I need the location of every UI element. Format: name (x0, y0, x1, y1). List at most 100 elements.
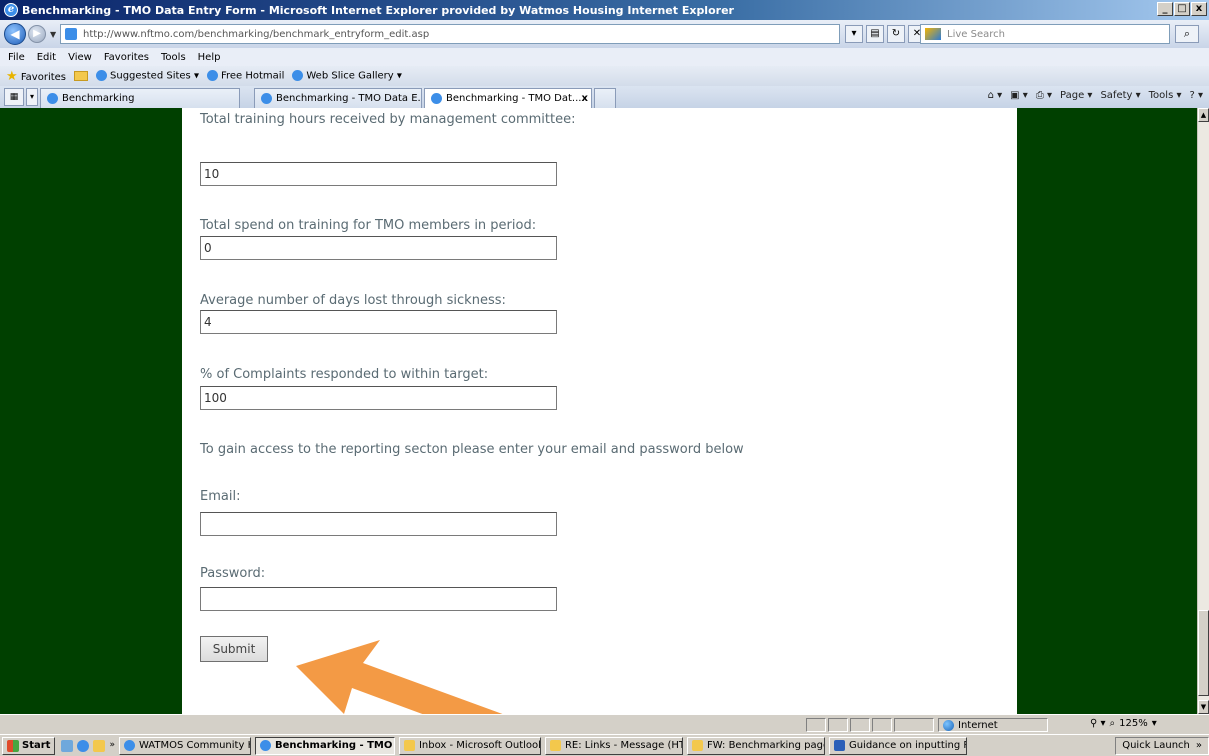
safety-menu[interactable]: Safety ▾ (1100, 90, 1140, 101)
compatibility-icon[interactable]: ▤ (866, 25, 884, 43)
zone-label: Internet (958, 719, 998, 731)
address-tools: ▾ ▤ ↻ ✕ (845, 25, 926, 43)
more-quicklaunch-icon[interactable]: » (109, 740, 115, 752)
menu-file[interactable]: File (8, 52, 25, 63)
search-icon[interactable]: ⌕ (1175, 25, 1199, 43)
add-favorites-icon[interactable] (74, 71, 89, 81)
fav-item-label: Suggested Sites ▾ (110, 70, 199, 82)
menu-edit[interactable]: Edit (37, 52, 56, 63)
new-tab-button[interactable] (594, 88, 616, 108)
forward-button[interactable]: ▶ (28, 25, 46, 43)
fav-item-free-hotmail[interactable]: Free Hotmail (206, 70, 285, 82)
task-guidance-document[interactable]: Guidance on inputting P1... (828, 736, 967, 755)
minimize-button[interactable]: _ (1157, 2, 1173, 16)
tab-benchmarking-active[interactable]: Benchmarking - TMO Dat... x (424, 88, 592, 108)
task-benchmarking-tmo[interactable]: Benchmarking - TMO ... (254, 736, 395, 755)
window-title: Benchmarking - TMO Data Entry Form - Mic… (22, 3, 734, 17)
history-dropdown-icon[interactable]: ▼ (50, 30, 56, 39)
sickness-days-input[interactable]: 4 (200, 310, 557, 334)
address-dropdown-icon[interactable]: ▾ (845, 25, 863, 43)
status-bar: Internet ⚲ ▾ ⌕ 125% ▾ (0, 714, 1209, 734)
close-button[interactable]: x (1191, 2, 1207, 16)
tab-label: Benchmarking - TMO Data E... (276, 93, 422, 104)
ie-page-icon (292, 70, 304, 82)
tab-bar: ▦ ▾ Benchmarking Benchmarking - TMO Data… (0, 86, 1209, 108)
left-sidebar-panel (0, 108, 182, 714)
globe-icon (943, 719, 954, 731)
tab-label: Benchmarking (62, 93, 135, 104)
task-watmos-community[interactable]: WATMOS Community Ho... (118, 736, 251, 755)
tools-menu[interactable]: Tools ▾ (1149, 90, 1182, 101)
submit-button[interactable]: Submit (200, 636, 268, 662)
outlook-icon (403, 740, 415, 751)
password-field[interactable] (200, 587, 557, 611)
status-segment (894, 718, 934, 732)
status-segment (850, 718, 870, 732)
search-placeholder: Live Search (947, 28, 1005, 40)
tray-expand-icon[interactable]: » (1196, 740, 1202, 751)
scroll-up-arrow-icon[interactable]: ▲ (1198, 108, 1209, 122)
email-field[interactable] (200, 512, 557, 536)
taskbar: Start » WATMOS Community Ho... Benchmark… (0, 734, 1209, 756)
ie-page-icon (206, 70, 218, 82)
page-menu[interactable]: Page ▾ (1060, 90, 1092, 101)
mail-message-icon (549, 740, 561, 751)
menu-bar: File Edit View Favorites Tools Help (0, 48, 1209, 66)
menu-tools[interactable]: Tools (161, 52, 186, 63)
print-icon[interactable]: ⎙ ▾ (1036, 90, 1052, 101)
ie-launch-icon[interactable] (77, 739, 90, 752)
complaints-input[interactable]: 100 (200, 386, 557, 410)
task-label: Inbox - Microsoft Outlook (418, 740, 541, 751)
address-toolbar: ◀ ▶ ▼ http://www.nftmo.com/benchmarking/… (0, 20, 1209, 48)
task-outlook-inbox[interactable]: Inbox - Microsoft Outlook (398, 736, 541, 755)
maximize-button[interactable]: □ (1174, 2, 1190, 16)
refresh-icon[interactable]: ↻ (887, 25, 905, 43)
protected-mode-icon: ⚲ ▾ (1090, 718, 1106, 729)
zoom-level: 125% (1119, 718, 1148, 729)
start-button[interactable]: Start (2, 736, 56, 755)
task-label: Benchmarking - TMO ... (274, 740, 395, 751)
ie-page-icon (261, 93, 272, 104)
scroll-down-arrow-icon[interactable]: ▼ (1198, 700, 1209, 714)
ie-logo-icon: e (4, 3, 18, 17)
zoom-dropdown-icon[interactable]: ▾ (1152, 718, 1157, 729)
outlook-launch-icon[interactable] (93, 739, 106, 752)
show-desktop-icon[interactable] (61, 739, 74, 752)
training-spend-input[interactable]: 0 (200, 236, 557, 260)
status-segment (806, 718, 826, 732)
zoom-control[interactable]: ⚲ ▾ ⌕ 125% ▾ (1090, 718, 1157, 729)
ie-page-icon (47, 93, 58, 104)
fav-item-suggested-sites[interactable]: Suggested Sites ▾ (96, 70, 199, 82)
scroll-thumb[interactable] (1198, 610, 1209, 696)
close-tab-icon[interactable]: x (581, 93, 587, 104)
menu-favorites[interactable]: Favorites (104, 52, 149, 63)
back-button[interactable]: ◀ (4, 23, 26, 45)
menu-help[interactable]: Help (198, 52, 221, 63)
fav-item-label: Free Hotmail (220, 70, 285, 82)
task-fw-benchmarking-page[interactable]: FW: Benchmarking page... (686, 736, 825, 755)
home-icon[interactable]: ⌂ ▾ (988, 90, 1003, 101)
task-label: WATMOS Community Ho... (138, 740, 250, 751)
feeds-icon[interactable]: ▣ ▾ (1010, 90, 1028, 101)
address-input[interactable]: http://www.nftmo.com/benchmarking/benchm… (60, 24, 840, 44)
help-icon[interactable]: ? ▾ (1189, 90, 1203, 101)
fav-item-web-slice-gallery[interactable]: Web Slice Gallery ▾ (292, 70, 402, 82)
command-bar: ⌂ ▾ ▣ ▾ ⎙ ▾ Page ▾ Safety ▾ Tools ▾ ? ▾ (988, 90, 1203, 101)
tab-list-icon[interactable]: ▾ (26, 88, 38, 106)
quick-launch-label[interactable]: Quick Launch (1122, 740, 1190, 751)
quick-tabs-icon[interactable]: ▦ (4, 88, 24, 106)
security-zone[interactable]: Internet (938, 718, 1048, 732)
favorites-button[interactable]: ★ Favorites (6, 69, 66, 84)
sickness-days-label: Average number of days lost through sick… (200, 293, 506, 308)
zoom-icon: ⌕ (1109, 718, 1116, 729)
tab-benchmarking-data-entry[interactable]: Benchmarking - TMO Data E... (254, 88, 422, 108)
training-hours-input[interactable]: 10 (200, 162, 557, 186)
search-input[interactable]: Live Search (920, 24, 1170, 44)
star-icon: ★ (6, 68, 18, 84)
password-label: Password: (200, 566, 266, 581)
address-url: http://www.nftmo.com/benchmarking/benchm… (83, 28, 430, 40)
task-re-links-message[interactable]: RE: Links - Message (HT... (544, 736, 683, 755)
tab-benchmarking[interactable]: Benchmarking (40, 88, 240, 108)
menu-view[interactable]: View (68, 52, 92, 63)
vertical-scrollbar[interactable]: ▲ ▼ (1197, 108, 1209, 714)
